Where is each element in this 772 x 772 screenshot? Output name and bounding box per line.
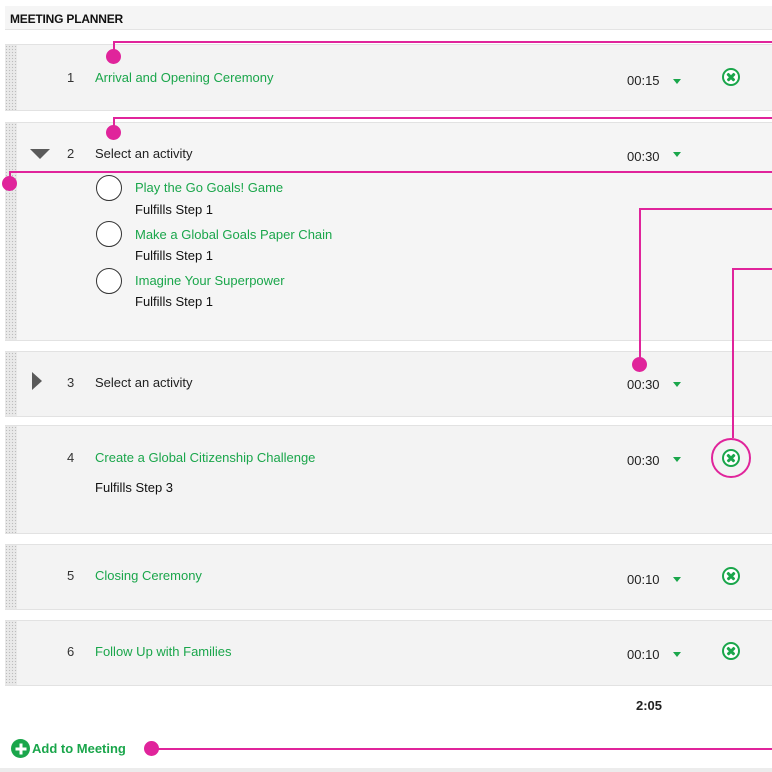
drag-handle[interactable]	[5, 123, 17, 340]
footer-rule	[0, 768, 772, 772]
annotation-line	[639, 208, 641, 360]
annotation-dot	[106, 49, 121, 64]
activity-title-link[interactable]: Follow Up with Families	[95, 644, 232, 659]
activity-title: Select an activity	[95, 146, 193, 161]
remove-circle-x-icon[interactable]	[722, 642, 740, 660]
activity-number: 5	[67, 568, 75, 583]
activity-title: Select an activity	[95, 375, 193, 390]
annotation-dot	[106, 125, 121, 140]
activity-number: 3	[67, 375, 75, 390]
activity-number: 2	[67, 146, 75, 161]
option-subtitle: Fulfills Step 1	[135, 202, 214, 217]
remove-circle-x-icon[interactable]	[722, 567, 740, 585]
time-dropdown-value[interactable]: 00:10	[627, 647, 660, 662]
caret-down-icon[interactable]	[673, 652, 681, 657]
option-title-link[interactable]: Imagine Your Superpower	[135, 273, 285, 288]
time-dropdown-value[interactable]: 00:15	[627, 73, 660, 88]
page-title: MEETING PLANNER	[10, 12, 124, 26]
caret-down-icon[interactable]	[673, 79, 681, 84]
time-dropdown-value[interactable]: 00:10	[627, 572, 660, 587]
time-dropdown-value[interactable]: 00:30	[627, 453, 660, 468]
annotation-line	[114, 41, 772, 43]
caret-down-icon[interactable]	[673, 457, 681, 462]
option-title-link[interactable]: Make a Global Goals Paper Chain	[135, 227, 332, 242]
triangle-right-icon[interactable]	[32, 372, 42, 390]
activity-number: 6	[67, 644, 75, 659]
drag-handle[interactable]	[5, 45, 17, 110]
annotation-line	[639, 208, 772, 210]
option-radio[interactable]	[96, 175, 122, 201]
caret-down-icon[interactable]	[673, 152, 681, 157]
option-radio[interactable]	[96, 221, 122, 247]
option-subtitle: Fulfills Step 1	[135, 248, 214, 263]
total-time: 2:05	[636, 698, 663, 713]
activity-number: 1	[67, 70, 75, 85]
activity-title-link[interactable]: Create a Global Citizenship Challenge	[95, 450, 315, 465]
remove-circle-x-icon[interactable]	[722, 68, 740, 86]
triangle-down-icon[interactable]	[30, 149, 50, 159]
annotation-line	[114, 117, 772, 119]
time-dropdown-value[interactable]: 00:30	[627, 377, 660, 392]
option-radio[interactable]	[96, 268, 122, 294]
caret-down-icon[interactable]	[673, 577, 681, 582]
drag-handle[interactable]	[5, 352, 17, 416]
activity-subtitle: Fulfills Step 3	[95, 480, 174, 495]
annotation-dot	[2, 176, 17, 191]
annotation-line	[156, 748, 772, 750]
annotation-dot	[632, 357, 647, 372]
option-title-link[interactable]: Play the Go Goals! Game	[135, 180, 283, 195]
drag-handle[interactable]	[5, 621, 17, 685]
activity-title-link[interactable]: Arrival and Opening Ceremony	[95, 70, 273, 85]
activity-number: 4	[67, 450, 75, 465]
option-subtitle: Fulfills Step 1	[135, 294, 214, 309]
caret-down-icon[interactable]	[673, 382, 681, 387]
annotation-ring	[711, 438, 751, 478]
annotation-line	[732, 268, 734, 438]
drag-handle[interactable]	[5, 545, 17, 609]
plus-circle-icon[interactable]	[11, 739, 30, 758]
drag-handle[interactable]	[5, 426, 17, 533]
time-dropdown-value[interactable]: 00:30	[627, 149, 660, 164]
annotation-line	[10, 171, 772, 173]
add-to-meeting-button[interactable]: Add to Meeting	[32, 741, 126, 756]
activity-title-link[interactable]: Closing Ceremony	[95, 568, 202, 583]
annotation-line	[733, 268, 772, 270]
